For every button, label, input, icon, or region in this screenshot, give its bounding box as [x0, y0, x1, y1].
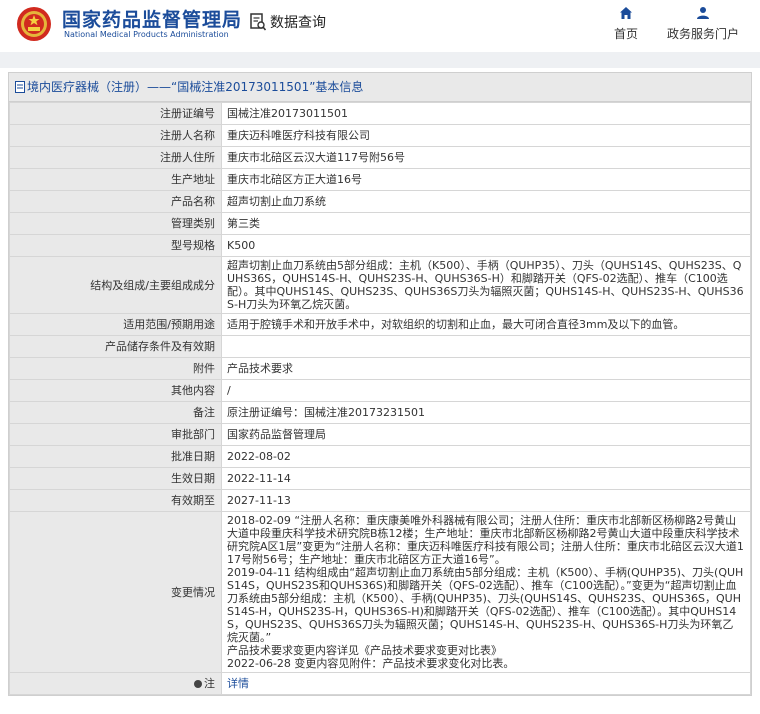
- nav-home[interactable]: 首页: [611, 6, 641, 42]
- home-icon: [620, 7, 632, 19]
- row-label: 管理类别: [9, 212, 222, 235]
- row-label: 有效期至: [9, 489, 222, 512]
- table-row: 备注 原注册证编号：国械注准20173231501: [9, 401, 751, 424]
- nav-home-label: 首页: [613, 27, 638, 41]
- panel-title-text: 境内医疗器械（注册）——“国械注准20173011501”基本信息: [27, 80, 364, 94]
- row-label: 注册人住所: [9, 146, 222, 169]
- table-row: 审批部门 国家药品监督管理局: [9, 423, 751, 446]
- site-brand-name-english: National Medical Products Administration: [64, 30, 229, 39]
- row-value: /: [221, 379, 751, 402]
- row-value: 超声切割止血刀系统由5部分组成：主机（K500）、手柄（QUHP35）、刀头（Q…: [221, 256, 751, 314]
- device-info-panel: 境内医疗器械（注册）——“国械注准20173011501”基本信息 注册证编号国…: [8, 72, 752, 696]
- row-label: 产品储存条件及有效期: [9, 335, 222, 358]
- site-header: 国家药品监督管理局 National Medical Products Admi…: [0, 0, 760, 52]
- data-query-icon: [250, 13, 266, 31]
- row-value: 2022-11-14: [221, 467, 751, 490]
- row-label: 备注: [9, 401, 222, 424]
- table-row: 生产地址 重庆市北碚区方正大道16号: [9, 168, 751, 191]
- row-value: K500: [221, 234, 751, 257]
- national-emblem-icon: [17, 7, 51, 41]
- row-value: 重庆市北碚区方正大道16号: [221, 168, 751, 191]
- row-label: 注册证编号: [9, 102, 222, 125]
- table-row: 变更情况 2018-02-09 “注册人名称：重庆康美唯外科器械有限公司；注册人住…: [9, 511, 751, 673]
- table-row: 附件 产品技术要求: [9, 357, 751, 380]
- nav-service-portal[interactable]: 政务服务门户: [664, 6, 742, 42]
- note-value: 详情: [221, 672, 751, 695]
- row-value: 2018-02-09 “注册人名称：重庆康美唯外科器械有限公司；注册人住所：重庆…: [221, 511, 751, 673]
- row-value: [221, 335, 751, 358]
- row-label: 变更情况: [9, 511, 222, 673]
- data-query-title: 数据查询: [270, 15, 326, 31]
- row-label: 批准日期: [9, 445, 222, 468]
- row-value: 国家药品监督管理局: [221, 423, 751, 446]
- header-divider: [0, 52, 760, 68]
- panel-title: 境内医疗器械（注册）——“国械注准20173011501”基本信息: [9, 73, 751, 102]
- row-value: 超声切割止血刀系统: [221, 190, 751, 213]
- row-value: 重庆市北碚区云汉大道117号附56号: [221, 146, 751, 169]
- table-row: 产品名称 超声切割止血刀系统: [9, 190, 751, 213]
- detail-link[interactable]: 详情: [227, 677, 249, 690]
- table-row: 注 详情: [9, 672, 751, 695]
- device-info-table: 注册证编号 国械注准20173011501 注册人名称 重庆迈科唯医疗科技有限公司 注册…: [9, 102, 751, 695]
- row-label: 其他内容: [9, 379, 222, 402]
- table-row: 产品储存条件及有效期: [9, 335, 751, 358]
- row-label: 审批部门: [9, 423, 222, 446]
- row-label: 附件: [9, 357, 222, 380]
- table-row: 生效日期 2022-11-14: [9, 467, 751, 490]
- table-row: 注册证编号 国械注准20173011501: [9, 102, 751, 125]
- row-label: 结构及组成/主要组成成分: [9, 256, 222, 314]
- row-label: 注册人名称: [9, 124, 222, 147]
- row-value: 第三类: [221, 212, 751, 235]
- row-value: 产品技术要求: [221, 357, 751, 380]
- row-value: 原注册证编号：国械注准20173231501: [221, 401, 751, 424]
- table-row: 其他内容 /: [9, 379, 751, 402]
- nav-service-portal-label: 政务服务门户: [666, 27, 739, 41]
- row-value: 2022-08-02: [221, 445, 751, 468]
- row-value: 重庆迈科唯医疗科技有限公司: [221, 124, 751, 147]
- row-label: 生效日期: [9, 467, 222, 490]
- row-value: 适用于腔镜手术和开放手术中，对软组织的切割和止血，最大可闭合直径3mm及以下的血…: [221, 313, 751, 336]
- row-value: 2027-11-13: [221, 489, 751, 512]
- note-label: 注: [9, 672, 222, 695]
- site-brand-name[interactable]: 国家药品监督管理局: [62, 5, 242, 32]
- table-row: 注册人名称 重庆迈科唯医疗科技有限公司: [9, 124, 751, 147]
- pin-icon: [194, 680, 202, 688]
- table-row: 注册人住所 重庆市北碚区云汉大道117号附56号: [9, 146, 751, 169]
- table-row: 型号规格 K500: [9, 234, 751, 257]
- row-label: 产品名称: [9, 190, 222, 213]
- user-icon: [697, 7, 709, 19]
- row-value: 国械注准20173011501: [221, 102, 751, 125]
- table-row: 适用范围/预期用途 适用于腔镜手术和开放手术中，对软组织的切割和止血，最大可闭合直…: [9, 313, 751, 336]
- table-row: 结构及组成/主要组成成分 超声切割止血刀系统由5部分组成：主机（K500）、手柄（…: [9, 256, 751, 314]
- row-label: 生产地址: [9, 168, 222, 191]
- table-row: 管理类别 第三类: [9, 212, 751, 235]
- table-row: 批准日期 2022-08-02: [9, 445, 751, 468]
- row-label: 适用范围/预期用途: [9, 313, 222, 336]
- table-row: 有效期至 2027-11-13: [9, 489, 751, 512]
- row-label: 型号规格: [9, 234, 222, 257]
- document-icon: [15, 81, 25, 93]
